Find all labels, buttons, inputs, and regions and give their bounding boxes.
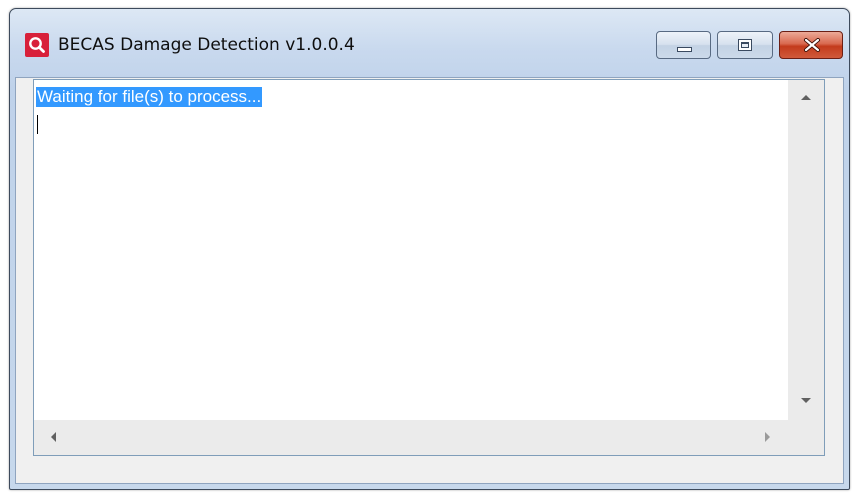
close-button[interactable] — [779, 31, 843, 59]
scroll-right-icon[interactable] — [765, 432, 770, 442]
horizontal-scrollbar[interactable] — [34, 420, 789, 455]
log-textbox[interactable]: Waiting for file(s) to process... — [33, 79, 825, 456]
minimize-icon — [677, 47, 692, 52]
text-caret — [37, 115, 38, 134]
maximize-icon — [738, 39, 752, 51]
maximize-button[interactable] — [717, 31, 773, 59]
scrollbar-corner — [788, 420, 824, 455]
minimize-button[interactable] — [656, 31, 711, 59]
scroll-left-icon[interactable] — [51, 432, 56, 442]
scroll-down-icon[interactable] — [801, 398, 811, 403]
scroll-up-icon[interactable] — [801, 95, 811, 100]
magnifier-icon[interactable] — [25, 33, 49, 57]
close-icon — [804, 38, 820, 52]
log-line: Waiting for file(s) to process... — [36, 87, 263, 107]
vertical-scrollbar[interactable] — [788, 80, 824, 420]
window-title: BECAS Damage Detection v1.0.0.4 — [58, 35, 355, 55]
title-bar[interactable]: BECAS Damage Detection v1.0.0.4 — [10, 9, 849, 77]
